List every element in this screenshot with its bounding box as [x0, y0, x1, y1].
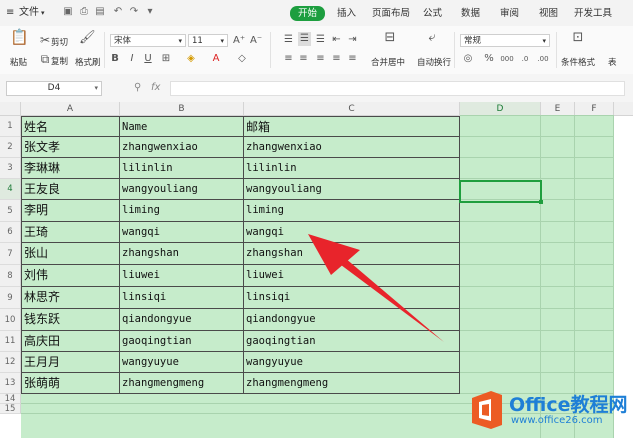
annotation-arrow: [308, 234, 444, 342]
office-logo-icon: [472, 391, 502, 429]
arrow-shaft: [333, 252, 444, 342]
watermark-subtitle: www.office26.com: [511, 415, 603, 426]
watermark-logo: Office教程网 www.office26.com: [467, 388, 628, 432]
watermark-title: Office教程网: [509, 394, 628, 416]
